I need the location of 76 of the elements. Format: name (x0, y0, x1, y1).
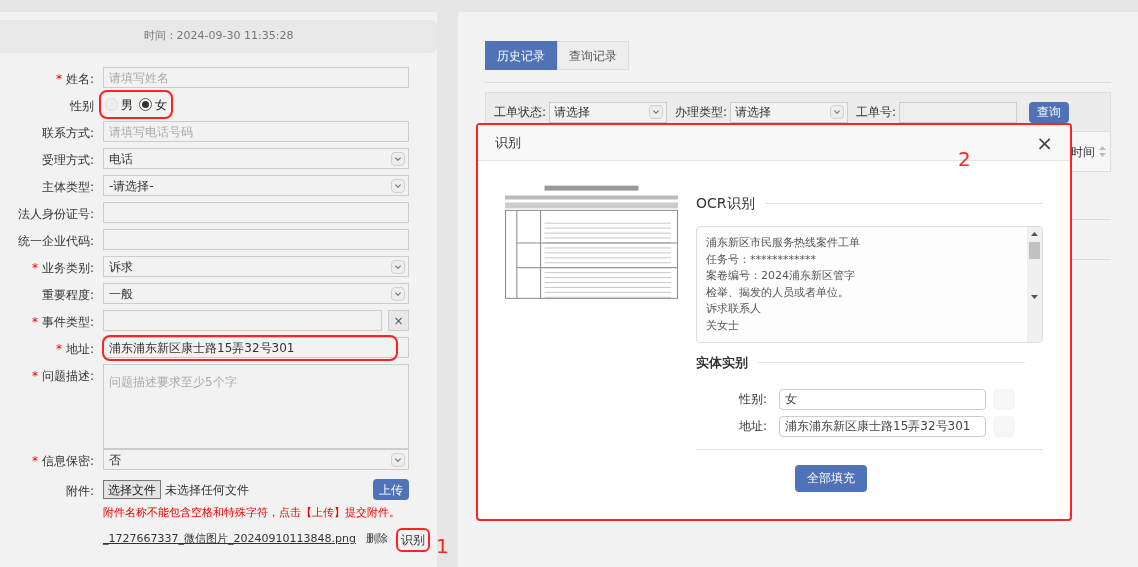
tab[interactable]: 历史记录 (485, 41, 557, 70)
ocr-line: 案卷编号：2024浦东新区管字 (706, 268, 856, 284)
radio-label: 男 (121, 96, 133, 114)
entity-field[interactable]: 女 (779, 388, 986, 410)
select-field[interactable]: -请选择- (103, 175, 409, 196)
recognize-button[interactable]: 识别 (397, 529, 428, 550)
chevron-down-icon (391, 452, 405, 467)
field-label: 地址: (65, 341, 94, 358)
file-status: 未选择任何文件 (165, 481, 249, 499)
dialog-title: 识别 (495, 133, 521, 152)
chevron-down-icon (391, 286, 405, 301)
chevron-down-icon (391, 151, 405, 166)
chevron-down-icon (391, 259, 405, 274)
delete-link[interactable]: 删除 (365, 531, 388, 548)
filter-label: 办理类型: (675, 104, 728, 121)
radio-label: 女 (155, 96, 167, 114)
required-mark: * (31, 260, 38, 277)
close-button[interactable]: × (1036, 132, 1053, 153)
field-label: 性别 (70, 98, 94, 115)
field-label: 事件类型: (41, 314, 94, 331)
tab[interactable]: 查询记录 (557, 41, 629, 70)
field-label: 主体类型: (41, 179, 94, 196)
field-label: 法人身份证号: (17, 206, 94, 223)
time-header: 时间：2024-09-30 11:35:28 (0, 20, 437, 53)
choose-file-button[interactable]: 选择文件 (103, 480, 161, 499)
field-label: 问题描述: (41, 368, 94, 385)
ocr-line: 关女士 (706, 317, 740, 333)
ocr-line: 浦东新区市民服务热线案件工单 (706, 235, 861, 251)
section-title: OCR识别 (696, 194, 755, 213)
annotation-number: 2 (958, 146, 971, 173)
entity-field[interactable]: 浦东浦东新区康士路15弄32号301 (779, 415, 986, 437)
upload-button[interactable]: 上传 (373, 479, 409, 500)
field-label: 统一企业代码: (17, 233, 94, 250)
ocr-line: 检举、揭发的人员或者单位。 (706, 284, 850, 300)
ocr-line: 诉求联系人 (706, 301, 762, 317)
field-label: 联系方式: (41, 125, 94, 142)
filter-label: 工单状态: (494, 104, 547, 121)
select-field[interactable]: 电话 (103, 148, 409, 169)
chevron-down-icon (391, 178, 405, 193)
select-field[interactable]: 一般 (103, 283, 409, 304)
column-header: 时间 (1071, 143, 1095, 161)
annotation-number: 1 (436, 533, 449, 560)
field-label: 附件: (65, 483, 94, 500)
chevron-down-icon (649, 105, 664, 119)
ocr-textarea[interactable]: 浦东新区市民服务热线案件工单 任务号：************ 案卷编号：2024浦东新区管字 检举、揭发的人员或者单位。 诉求联系人 关女士 (696, 226, 1043, 343)
select-field[interactable]: 请选择 (549, 101, 668, 123)
clear-button[interactable]: × (388, 310, 409, 331)
text-field[interactable] (899, 101, 1018, 123)
required-mark: * (55, 341, 62, 358)
file-link[interactable]: _1727667337_微信图片_20240910113848.png (103, 531, 356, 548)
ocr-line: 任务号：************ (706, 251, 817, 267)
search-button[interactable]: 查询 (1029, 101, 1070, 123)
field-label: 信息保密: (41, 453, 94, 470)
required-mark: * (31, 368, 38, 385)
attachment-note: 附件名称不能包含空格和特殊字符，点击【上传】提交附件。 (103, 505, 401, 521)
entity-label: 地址: (737, 418, 768, 435)
picker-field[interactable] (103, 310, 382, 331)
field-label: 姓名: (65, 71, 94, 88)
sort-icon (1099, 146, 1106, 157)
filter-label: 工单号: (856, 104, 897, 121)
text-field[interactable] (103, 202, 409, 223)
radio-button[interactable] (139, 98, 152, 111)
entity-label: 性别: (737, 391, 768, 408)
select-field[interactable]: 否 (103, 449, 409, 470)
field-label: 重要程度: (41, 287, 94, 304)
field-label: 受理方式: (41, 152, 94, 169)
section-title: 实体实别 (696, 354, 748, 372)
select-field[interactable]: 诉求 (103, 256, 409, 277)
required-mark: * (55, 71, 62, 88)
chevron-down-icon (830, 105, 845, 119)
select-field[interactable]: 请选择 (730, 101, 849, 123)
fill-all-button[interactable]: 全部填充 (795, 464, 867, 492)
required-mark: * (31, 453, 38, 470)
required-mark: * (31, 314, 38, 331)
field-label: 业务类别: (41, 260, 94, 277)
text-field[interactable] (103, 229, 409, 250)
